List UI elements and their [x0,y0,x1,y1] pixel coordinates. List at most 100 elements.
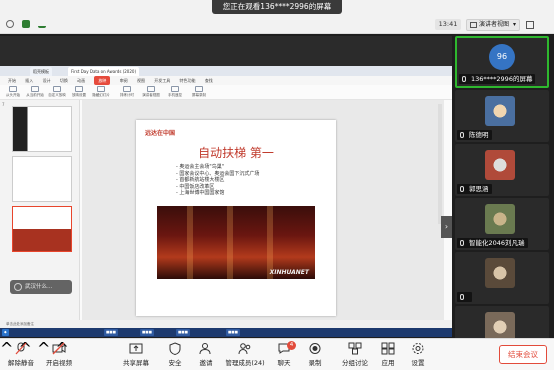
wps-toolbar: 从头开始 从当前开始 自定义放映 放映设置 隐藏幻灯片 排练计时 演讲者视图 手… [0,85,452,100]
manage-members-button[interactable]: 管理成员(24) [224,342,266,370]
participant-name: 陈德明 [457,130,492,140]
record-button[interactable]: 录制 [302,342,328,370]
shield-icon [169,342,181,355]
taskbar-item[interactable]: ■■■ [140,329,154,336]
top-bar: 您正在观看136****2996的屏幕 13:41 演讲者视图 ▾ [0,0,554,34]
view-label: 演讲者视图 [479,21,510,28]
notes-bar[interactable]: 单击此处添加备注 [0,320,452,328]
taskbar-item[interactable]: ■■■ [176,329,190,336]
menu-item[interactable]: 审阅 [120,76,128,85]
add-user-icon [199,343,211,355]
menu-item[interactable]: 切换 [60,76,68,85]
signal-icon[interactable] [38,20,46,28]
avatar [485,150,515,180]
tool-button[interactable]: 自定义放映 [48,86,66,98]
slide-bullet: 上海世博中国国家馆 [176,190,259,197]
breakout-rooms-icon [348,342,362,355]
menu-item[interactable]: 动画 [77,76,85,85]
apps-button[interactable]: 应用 [377,342,399,370]
tool-button[interactable]: 从头开始 [4,86,22,98]
participant-tile[interactable]: 陈德明 [455,90,549,142]
participant-name: 136****2996的屏幕 [459,74,536,84]
apps-icon [381,342,395,355]
scrollbar[interactable] [438,104,442,224]
tool-button[interactable]: 隐藏幻灯片 [92,86,110,98]
slide-subtitle: 远达在中国 [145,130,176,137]
tool-button[interactable]: 手机遥控 [166,86,184,98]
slide-thumbnail[interactable] [12,106,72,152]
current-slide: 远达在中国 自动扶梯 第一 奥运会主会场"鸟巢" 国家会议中心、奥运会国下沉式广… [136,120,336,316]
chat-button[interactable]: 4 聊天 [272,341,296,370]
mic-icon [460,240,464,246]
photo-watermark: XINHUANET [269,269,309,276]
avatar [485,96,515,126]
meeting-window: 您正在观看136****2996的屏幕 13:41 演讲者视图 ▾ 稻壳模板 F… [0,0,554,370]
invite-button[interactable]: 邀请 [193,342,219,370]
end-meeting-button[interactable]: 结束会议 [499,345,547,364]
fullscreen-icon[interactable] [526,21,534,29]
collapse-arrow-icon[interactable]: › [441,216,452,238]
menu-item[interactable]: 特色功能 [180,76,196,85]
tool-button[interactable]: 排练计时 [118,86,136,98]
settings-button[interactable]: 设置 [407,342,429,370]
participant-tile[interactable] [455,252,549,304]
grid-icon [470,22,477,28]
taskbar-item[interactable]: ■■■ [226,329,240,336]
mic-icon [460,132,464,138]
info-icon[interactable] [6,20,14,28]
shield-icon[interactable] [22,20,30,28]
security-button[interactable]: 安全 [162,342,188,370]
unmute-button[interactable]: 解除静音 [6,342,36,370]
view-switch-button[interactable]: 演讲者视图 ▾ [466,19,520,31]
windows-taskbar: ◆ ■■■ ■■■ ■■■ ■■■ [0,328,452,337]
wps-tab[interactable]: First Day Data on Awards (2020) [68,67,140,76]
popup-text: 武汉什么… [25,284,53,290]
avatar [485,258,515,288]
sharing-banner[interactable]: 您正在观看136****2996的屏幕 [212,0,342,14]
tool-button[interactable]: 从当前开始 [26,86,44,98]
avatar [485,204,515,234]
participant-name [457,292,472,302]
participant-tile[interactable]: 96 136****2996的屏幕 [455,36,549,88]
menu-item[interactable]: 设计 [43,76,51,85]
mic-icon [462,76,466,82]
chat-popup[interactable]: 武汉什么… [10,280,72,294]
taskbar-item[interactable]: ■■■ [104,329,118,336]
meeting-toolbar: 解除静音 ^ 开启视频 ^ 共享屏幕 ^ 安全 邀请 管理成员(24) 4 聊天 [0,338,554,370]
menu-item[interactable]: 插入 [25,76,33,85]
start-video-button[interactable]: 开启视频 [44,342,74,370]
users-icon [238,343,251,355]
slide-thumbnail-selected[interactable] [12,206,72,252]
slide-bullets: 奥运会主会场"鸟巢" 国家会议中心、奥运会国下沉式广场 首都新航站楼大楼区 中国… [176,164,259,197]
record-icon [309,343,321,354]
chevron-down-icon: ▾ [512,21,516,28]
menu-item-active[interactable]: 放映 [94,76,111,85]
wps-tab[interactable]: 稻壳模板 [30,67,52,76]
menu-item[interactable]: 开始 [8,76,16,85]
share-screen-icon [129,343,143,354]
breakout-button[interactable]: 分组讨论 [340,342,370,370]
menu-item[interactable]: 开发工具 [154,76,170,85]
mic-muted-icon [15,342,27,355]
camera-off-icon [52,342,66,355]
menu-item[interactable]: 查找 [205,76,213,85]
tool-button[interactable]: 放映设置 [70,86,88,98]
avatar: 96 [489,44,515,70]
wps-tab-bar: 稻壳模板 First Day Data on Awards (2020) [0,66,452,76]
wps-menu-bar: 开始 插入 设计 切换 动画 放映 审阅 视图 开发工具 特色功能 查找 [0,76,452,85]
share-screen-button[interactable]: 共享屏幕 [121,342,151,370]
participant-tile[interactable]: 智能化2046刘凡瑞 [455,198,549,250]
tool-button[interactable]: 屏幕录制 [190,86,208,98]
slide-title: 自动扶梯 第一 [198,146,274,160]
participant-name: 智能化2046刘凡瑞 [457,238,528,248]
tool-button[interactable]: 演讲者视图 [142,86,160,98]
mic-icon [460,294,464,300]
slide-photo: XINHUANET [157,206,315,279]
start-button[interactable]: ◆ [2,329,9,336]
menu-item[interactable]: 视图 [137,76,145,85]
participants-panel: 96 136****2996的屏幕 陈德明 郭思涵 智能化2046刘凡瑞 [454,34,554,358]
participant-name: 郭思涵 [457,184,492,194]
chat-icon [14,283,22,291]
slide-thumbnail[interactable] [12,156,72,202]
participant-tile[interactable]: 郭思涵 [455,144,549,196]
